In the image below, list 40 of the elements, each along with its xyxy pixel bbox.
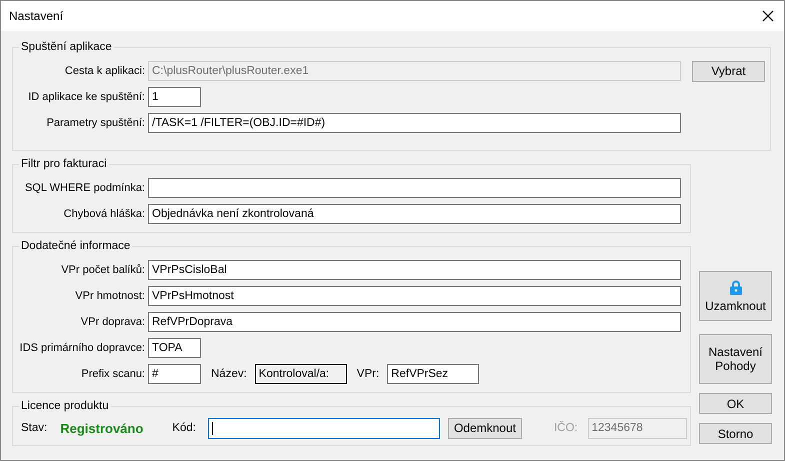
input-field[interactable]: 1 [148, 87, 201, 107]
dialog-button[interactable]: Storno [699, 423, 772, 444]
ico-field[interactable]: 12345678 [588, 418, 687, 438]
field-label: Parametry spuštění: [46, 117, 145, 129]
close-icon[interactable] [762, 10, 774, 22]
field-label: VPr: [356, 368, 380, 380]
lock-icon [730, 280, 742, 294]
input-field[interactable]: VPrPsCisloBal [148, 260, 681, 280]
field-label: Název: [211, 368, 247, 380]
input-field[interactable]: # [148, 364, 201, 384]
window-title: Nastavení [9, 9, 64, 23]
name-box: Kontroloval/a: [254, 364, 347, 384]
input-field[interactable]: VPrPsHmotnost [148, 286, 681, 306]
lock-button[interactable]: Uzamknout [699, 271, 772, 321]
field-label: SQL WHERE podmínka: [24, 182, 145, 194]
group-title: Filtr pro fakturaci [19, 157, 109, 171]
field-label: Prefix scanu: [80, 368, 145, 380]
code-field[interactable] [208, 418, 440, 438]
dialog-button[interactable]: OK [699, 393, 772, 414]
status-label: Stav: [21, 422, 48, 434]
field-label: VPr doprava: [80, 316, 145, 328]
status-text: Registrováno [60, 420, 144, 436]
field-label: IDS primárního dopravce: [18, 342, 145, 354]
unlock-button[interactable]: Odemknout [448, 418, 522, 438]
input-field[interactable]: TOPA [148, 338, 201, 358]
field-label: VPr počet balíků: [60, 264, 145, 276]
input-field[interactable]: RefVPrDoprava [148, 312, 681, 332]
group-title: Spuštění aplikace [19, 40, 114, 54]
input-field[interactable]: /TASK=1 /FILTER=(OBJ.ID=#ID#) [148, 113, 681, 133]
field-label: Kód: [172, 422, 196, 434]
group-title: Licence produktu [19, 399, 111, 413]
field-label: Cesta k aplikaci: [64, 65, 145, 77]
input-field[interactable]: Objednávka není zkontrolovaná [148, 204, 681, 224]
field-label: VPr hmotnost: [74, 290, 145, 302]
field-label: IČO: [554, 422, 578, 434]
field-label: ID aplikace ke spuštění: [27, 91, 145, 103]
input-field[interactable]: RefVPrSez [387, 364, 480, 384]
field-label: Chybová hláška: [62, 208, 145, 220]
input-field[interactable] [148, 178, 681, 198]
dialog-button[interactable]: Nastavení Pohody [699, 334, 772, 384]
